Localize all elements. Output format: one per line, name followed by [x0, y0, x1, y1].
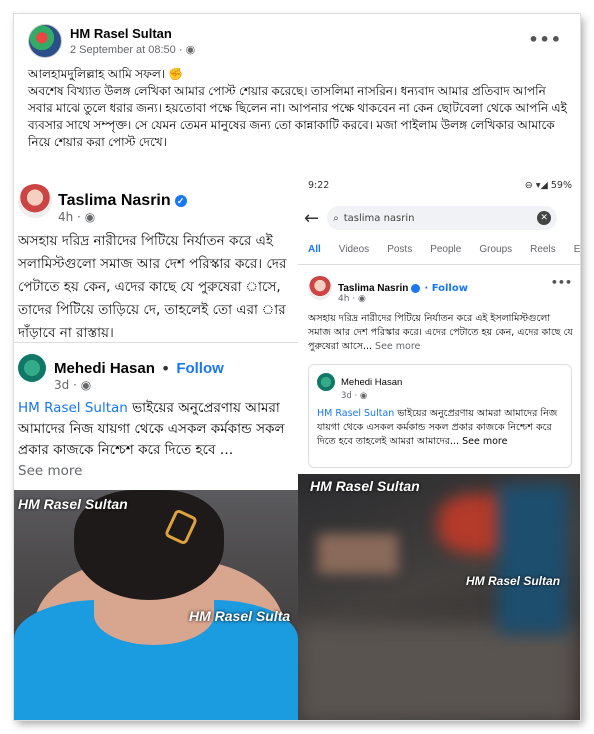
- tab-more[interactable]: E: [574, 244, 580, 255]
- avatar[interactable]: [18, 184, 52, 218]
- sharer-name[interactable]: Mehedi Hasan: [341, 377, 402, 388]
- watermark: HM Rasel Sultan: [310, 478, 420, 494]
- shared-post-header: Mehedi Hasan • Follow: [18, 354, 224, 382]
- avatar[interactable]: [18, 354, 46, 382]
- result-header: Taslima Nasrin · Follow: [308, 276, 468, 300]
- search-icon: ⌕: [333, 212, 339, 224]
- post-timestamp[interactable]: 2 September at 08:50 · ◉: [70, 43, 195, 56]
- post-image[interactable]: HM Rasel Sultan HM Rasel Sulta: [14, 490, 298, 720]
- post-header: HM Rasel Sultan 2 September at 08:50 · ◉: [28, 24, 195, 58]
- watermark: HM Rasel Sultan: [466, 574, 561, 588]
- caption-line: অবশেষ বিখ্যাত উলঙ্গ লেখিকা আমার পোস্ট শে…: [28, 84, 567, 149]
- verified-icon: [411, 283, 421, 293]
- left-screenshot: Taslima Nasrin ✓ 4h · ◉ অসহায় দরিদ্র নার…: [14, 172, 298, 720]
- back-arrow-icon[interactable]: ←: [304, 208, 319, 229]
- mention-link[interactable]: HM Rasel Sultan: [18, 400, 128, 416]
- post-video[interactable]: HM Rasel Sultan HM Rasel Sultan: [298, 474, 580, 720]
- verified-icon: ✓: [174, 194, 187, 207]
- tab-people[interactable]: People: [430, 244, 461, 255]
- follow-button[interactable]: · Follow: [424, 283, 468, 294]
- poster-name[interactable]: Taslima Nasrin: [338, 283, 408, 294]
- post-time: 4h · ◉: [58, 210, 96, 224]
- watermark: HM Rasel Sultan: [18, 496, 128, 512]
- see-more-link[interactable]: See more: [372, 341, 420, 352]
- avatar[interactable]: [317, 373, 335, 391]
- globe-icon: ◉: [359, 391, 368, 401]
- post-text: অসহায় দরিদ্র নারীদের পিটিয়ে নির্যাতন ক…: [18, 233, 287, 341]
- search-bar: ← ⌕ taslima nasrin ✕: [304, 206, 558, 230]
- tab-posts[interactable]: Posts: [387, 244, 412, 255]
- post-time: 4h · ◉: [338, 294, 366, 304]
- divider: [14, 342, 298, 343]
- watermark: HM Rasel Sulta: [189, 608, 291, 624]
- search-tabs: All Videos Posts People Groups Reels E: [308, 244, 580, 255]
- screenshot-frame: HM Rasel Sultan 2 September at 08:50 · ◉…: [14, 14, 580, 720]
- more-options-icon[interactable]: •••: [551, 276, 572, 289]
- shared-post-card[interactable]: Mehedi Hasan 3d · ◉ HM Rasel Sultan ভাইয…: [308, 364, 572, 468]
- globe-icon: ◉: [358, 294, 366, 304]
- globe-icon: ◉: [185, 44, 196, 56]
- avatar[interactable]: [28, 24, 62, 58]
- search-input[interactable]: ⌕ taslima nasrin ✕: [327, 206, 558, 230]
- avatar[interactable]: [308, 276, 332, 300]
- tab-reels[interactable]: Reels: [530, 244, 556, 255]
- author-name[interactable]: HM Rasel Sultan: [70, 26, 195, 41]
- post-caption: আলহামদুলিল্লাহ আমি সফল। ✊ অবশেষ বিখ্যাত …: [28, 66, 568, 151]
- globe-icon: ◉: [80, 378, 92, 392]
- see-more-link[interactable]: See more: [18, 463, 82, 479]
- mention-link[interactable]: HM Rasel Sultan: [317, 408, 394, 419]
- post-time: 3d · ◉: [341, 391, 368, 401]
- caption-line: আলহামদুলিল্লাহ আমি সফল। ✊: [28, 67, 184, 81]
- follow-button[interactable]: Follow: [176, 360, 224, 377]
- right-screenshot: 9:22 ⊖ ▾◢ 59% ← ⌕ taslima nasrin ✕ All V…: [298, 172, 580, 720]
- post-text: অসহায় দরিদ্র নারীদের পিটিয়ে নির্যাতন ক…: [308, 313, 573, 352]
- tab-groups[interactable]: Groups: [479, 244, 512, 255]
- more-options-icon[interactable]: •••: [528, 30, 562, 49]
- tab-videos[interactable]: Videos: [339, 244, 369, 255]
- clear-icon[interactable]: ✕: [537, 211, 552, 225]
- tab-all[interactable]: All: [308, 244, 321, 255]
- shared-post-text: HM Rasel Sultan ভাইয়ের অনুপ্রেরণায় আমর…: [18, 400, 285, 479]
- divider: [298, 264, 580, 265]
- poster-name[interactable]: Taslima Nasrin ✓: [58, 192, 187, 210]
- sharer-name[interactable]: Mehedi Hasan: [54, 360, 155, 377]
- shared-post-text: HM Rasel Sultan ভাইয়ের অনুপ্রেরণায় আমর…: [317, 408, 558, 447]
- globe-icon: ◉: [84, 210, 96, 224]
- post-time: 3d · ◉: [54, 378, 92, 392]
- phone-status-bar: 9:22 ⊖ ▾◢ 59%: [308, 180, 572, 191]
